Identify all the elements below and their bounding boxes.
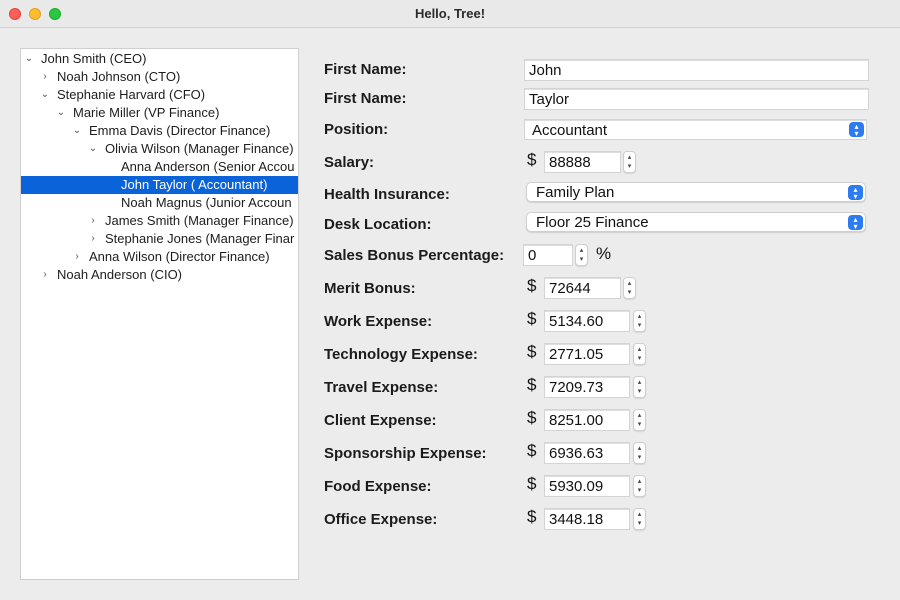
sponsorship-expense-stepper[interactable]: ▴ ▾ — [633, 442, 646, 464]
tree-row-label: Stephanie Harvard (CFO) — [57, 87, 206, 102]
work-currency: $ — [527, 309, 537, 328]
travel-expense-label: Travel Expense: — [324, 379, 439, 396]
chevron-right-icon[interactable]: › — [39, 68, 51, 86]
chevron-down-icon[interactable]: ⌄ — [71, 122, 83, 140]
merit-bonus-field[interactable]: 72644 — [544, 277, 621, 299]
sponsorship-expense-field[interactable]: 6936.63 — [544, 442, 630, 464]
last-name-field[interactable]: Taylor — [524, 88, 869, 110]
merit-bonus-stepper[interactable]: ▴ ▾ — [623, 277, 636, 299]
title-bar[interactable]: Hello, Tree! — [0, 0, 900, 28]
position-value: Accountant — [532, 122, 608, 139]
desk-location-label: Desk Location: — [324, 216, 432, 233]
tree-row-label: Anna Anderson (Senior Accou — [121, 159, 295, 174]
chevron-right-icon[interactable]: › — [87, 212, 99, 230]
chevron-down-icon[interactable]: ⌄ — [87, 140, 99, 158]
chevron-updown-icon: ▴ ▾ — [849, 122, 864, 138]
chevron-down-icon[interactable]: ⌄ — [55, 104, 67, 122]
tree-row-anna-wilson[interactable]: › Anna Wilson (Director Finance) — [21, 248, 298, 266]
office-expense-stepper[interactable]: ▴ ▾ — [633, 508, 646, 530]
merit-currency: $ — [527, 276, 537, 295]
salary-currency: $ — [527, 150, 537, 169]
tree-row-label: Stephanie Jones (Manager Finar — [105, 231, 295, 246]
sponsorship-expense-label: Sponsorship Expense: — [324, 445, 487, 462]
technology-expense-field[interactable]: 2771.05 — [544, 343, 630, 365]
tree-row-label: Noah Anderson (CIO) — [57, 267, 183, 282]
tree-row-marie-miller[interactable]: ⌄ Marie Miller (VP Finance) — [21, 104, 298, 122]
travel-currency: $ — [527, 375, 537, 394]
salary-field[interactable]: 88888 — [544, 151, 621, 173]
tree-row-label: Olivia Wilson (Manager Finance) — [105, 141, 294, 156]
office-expense-field[interactable]: 3448.18 — [544, 508, 630, 530]
first-name-label: First Name: — [324, 61, 407, 78]
chevron-down-icon[interactable]: ⌄ — [23, 50, 35, 68]
technology-expense-label: Technology Expense: — [324, 346, 478, 363]
tree-row-label: John Smith (CEO) — [41, 51, 147, 66]
tree-row-label: Noah Magnus (Junior Accoun — [121, 195, 292, 210]
sponsorship-currency: $ — [527, 441, 537, 460]
client-currency: $ — [527, 408, 537, 427]
sales-bonus-stepper[interactable]: ▴ ▾ — [575, 244, 588, 266]
chevron-right-icon[interactable]: › — [39, 266, 51, 284]
percent-sign: % — [596, 244, 612, 263]
food-expense-stepper[interactable]: ▴ ▾ — [633, 475, 646, 497]
office-currency: $ — [527, 507, 537, 526]
tree-row-john-taylor[interactable]: John Taylor ( Accountant) — [21, 176, 298, 194]
sales-bonus-percentage-label: Sales Bonus Percentage: — [324, 247, 505, 264]
tree-row-label: Anna Wilson (Director Finance) — [89, 249, 270, 264]
position-label: Position: — [324, 121, 389, 138]
travel-expense-stepper[interactable]: ▴ ▾ — [633, 376, 646, 398]
tree-row-label: James Smith (Manager Finance) — [105, 213, 294, 228]
client-expense-field[interactable]: 8251.00 — [544, 409, 630, 431]
food-currency: $ — [527, 474, 537, 493]
client-expense-stepper[interactable]: ▴ ▾ — [633, 409, 646, 431]
tree-row-stephanie-harvard[interactable]: ⌄ Stephanie Harvard (CFO) — [21, 86, 298, 104]
first-name-field[interactable]: John — [524, 59, 869, 81]
travel-expense-field[interactable]: 7209.73 — [544, 376, 630, 398]
app-window: Hello, Tree! ⌄ John Smith (CEO) › Noah J… — [0, 0, 900, 600]
window-title: Hello, Tree! — [414, 6, 486, 21]
tree-row-noah-anderson[interactable]: › Noah Anderson (CIO) — [21, 266, 298, 284]
org-tree-view[interactable]: ⌄ John Smith (CEO) › Noah Johnson (CTO) … — [20, 48, 299, 580]
work-expense-label: Work Expense: — [324, 313, 433, 330]
tree-row-james-smith[interactable]: › James Smith (Manager Finance) — [21, 212, 298, 230]
client-expense-label: Client Expense: — [324, 412, 437, 429]
desk-location-select[interactable]: Floor 25 Finance ▴ ▾ — [526, 212, 866, 232]
tree-row-noah-magnus[interactable]: Noah Magnus (Junior Accoun — [21, 194, 298, 212]
merit-bonus-label: Merit Bonus: — [324, 280, 416, 297]
sales-bonus-percentage-field[interactable]: 0 — [523, 244, 573, 266]
salary-label: Salary: — [324, 154, 375, 171]
chevron-updown-icon: ▴ ▾ — [848, 215, 863, 231]
chevron-right-icon[interactable]: › — [87, 230, 99, 248]
tree-row-emma-davis[interactable]: ⌄ Emma Davis (Director Finance) — [21, 122, 298, 140]
tree-row-olivia-wilson[interactable]: ⌄ Olivia Wilson (Manager Finance) — [21, 140, 298, 158]
tree-row-stephanie-jones[interactable]: › Stephanie Jones (Manager Finar — [21, 230, 298, 248]
food-expense-field[interactable]: 5930.09 — [544, 475, 630, 497]
last-name-label: First Name: — [324, 90, 407, 107]
tree-row-label: John Taylor ( Accountant) — [121, 177, 268, 192]
health-insurance-value: Family Plan — [536, 184, 615, 201]
tree-row-anna-anderson[interactable]: Anna Anderson (Senior Accou — [21, 158, 298, 176]
chevron-right-icon[interactable]: › — [71, 248, 83, 266]
tree-row-noah-johnson[interactable]: › Noah Johnson (CTO) — [21, 68, 298, 86]
tree-row-label: Noah Johnson (CTO) — [57, 69, 181, 84]
technology-currency: $ — [527, 342, 537, 361]
work-expense-field[interactable]: 5134.60 — [544, 310, 630, 332]
office-expense-label: Office Expense: — [324, 511, 438, 528]
work-expense-stepper[interactable]: ▴ ▾ — [633, 310, 646, 332]
chevron-down-icon[interactable]: ⌄ — [39, 86, 51, 104]
tree-row-label: Marie Miller (VP Finance) — [73, 105, 220, 120]
health-insurance-select[interactable]: Family Plan ▴ ▾ — [526, 182, 866, 202]
position-select[interactable]: Accountant ▴ ▾ — [524, 119, 867, 140]
technology-expense-stepper[interactable]: ▴ ▾ — [633, 343, 646, 365]
tree-row-john-smith[interactable]: ⌄ John Smith (CEO) — [21, 50, 298, 68]
desk-location-value: Floor 25 Finance — [536, 214, 649, 231]
food-expense-label: Food Expense: — [324, 478, 432, 495]
salary-stepper[interactable]: ▴ ▾ — [623, 151, 636, 173]
health-insurance-label: Health Insurance: — [324, 186, 450, 203]
tree-row-label: Emma Davis (Director Finance) — [89, 123, 271, 138]
chevron-updown-icon: ▴ ▾ — [848, 185, 863, 201]
